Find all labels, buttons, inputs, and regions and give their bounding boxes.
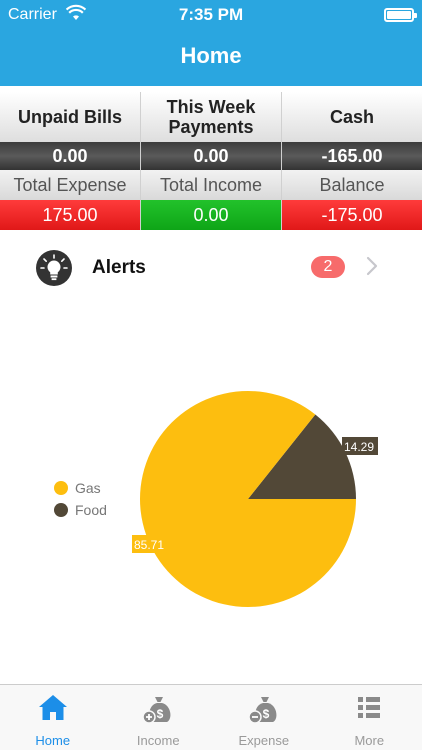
- legend-marker-food: [54, 503, 68, 517]
- legend-label-gas: Gas: [75, 480, 101, 496]
- balance-header: Balance: [282, 170, 422, 200]
- cash-value[interactable]: -165.00: [282, 142, 422, 170]
- total-income-header: Total Income: [141, 170, 282, 200]
- this-week-payments-header: This Week Payments: [141, 92, 282, 142]
- cash-header: Cash: [282, 92, 422, 142]
- status-bar: Carrier 7:35 PM: [0, 0, 422, 30]
- nav-bar: Home: [0, 30, 422, 86]
- summary-header-row: Unpaid Bills This Week Payments Cash: [0, 92, 422, 142]
- tab-home[interactable]: Home: [0, 685, 106, 750]
- pie-chart-svg: 85.71 14.29 Gas Food: [54, 391, 378, 607]
- total-expense-value[interactable]: 175.00: [0, 200, 141, 230]
- money-bag-minus-icon: $: [247, 693, 281, 730]
- expense-pie-chart: 85.71 14.29 Gas Food: [0, 300, 422, 680]
- legend-marker-gas: [54, 481, 68, 495]
- pie-data-label-gas: 85.71: [134, 538, 164, 552]
- unpaid-bills-header: Unpaid Bills: [0, 92, 141, 142]
- this-week-payments-value[interactable]: 0.00: [141, 142, 282, 170]
- legend-label-food: Food: [75, 502, 107, 518]
- tab-more-label: More: [354, 733, 385, 748]
- tab-income-label: Income: [136, 733, 180, 748]
- totals-value-row: 175.00 0.00 -175.00: [0, 200, 422, 230]
- tab-expense[interactable]: $ Expense: [211, 685, 317, 750]
- summary-grid: Unpaid Bills This Week Payments Cash 0.0…: [0, 92, 422, 230]
- tab-expense-label: Expense: [238, 733, 290, 748]
- tab-more[interactable]: More: [317, 685, 422, 750]
- pie-data-label-food: 14.29: [344, 440, 374, 454]
- summary-value-row: 0.00 0.00 -165.00: [0, 142, 422, 170]
- unpaid-bills-value[interactable]: 0.00: [0, 142, 141, 170]
- list-icon: [355, 693, 383, 726]
- alerts-count-badge: 2: [311, 256, 345, 278]
- page-title: Home: [180, 43, 242, 68]
- total-expense-header: Total Expense: [0, 170, 141, 200]
- total-income-value[interactable]: 0.00: [141, 200, 282, 230]
- money-bag-plus-icon: $: [141, 693, 175, 730]
- battery-icon: [384, 8, 417, 22]
- tab-home-label: Home: [35, 733, 71, 748]
- alerts-label: Alerts: [92, 257, 146, 278]
- alerts-row[interactable]: Alerts 2: [0, 238, 422, 298]
- svg-text:$: $: [157, 707, 164, 721]
- svg-text:$: $: [262, 707, 269, 721]
- balance-value[interactable]: -175.00: [282, 200, 422, 230]
- lightbulb-icon: [36, 250, 72, 286]
- home-icon: [37, 693, 69, 728]
- tab-bar: Home $ Income $ Expense More: [0, 684, 422, 750]
- chevron-right-icon: [366, 255, 378, 282]
- tab-income[interactable]: $ Income: [106, 685, 212, 750]
- totals-header-row: Total Expense Total Income Balance: [0, 170, 422, 200]
- status-time: 7:35 PM: [178, 5, 244, 24]
